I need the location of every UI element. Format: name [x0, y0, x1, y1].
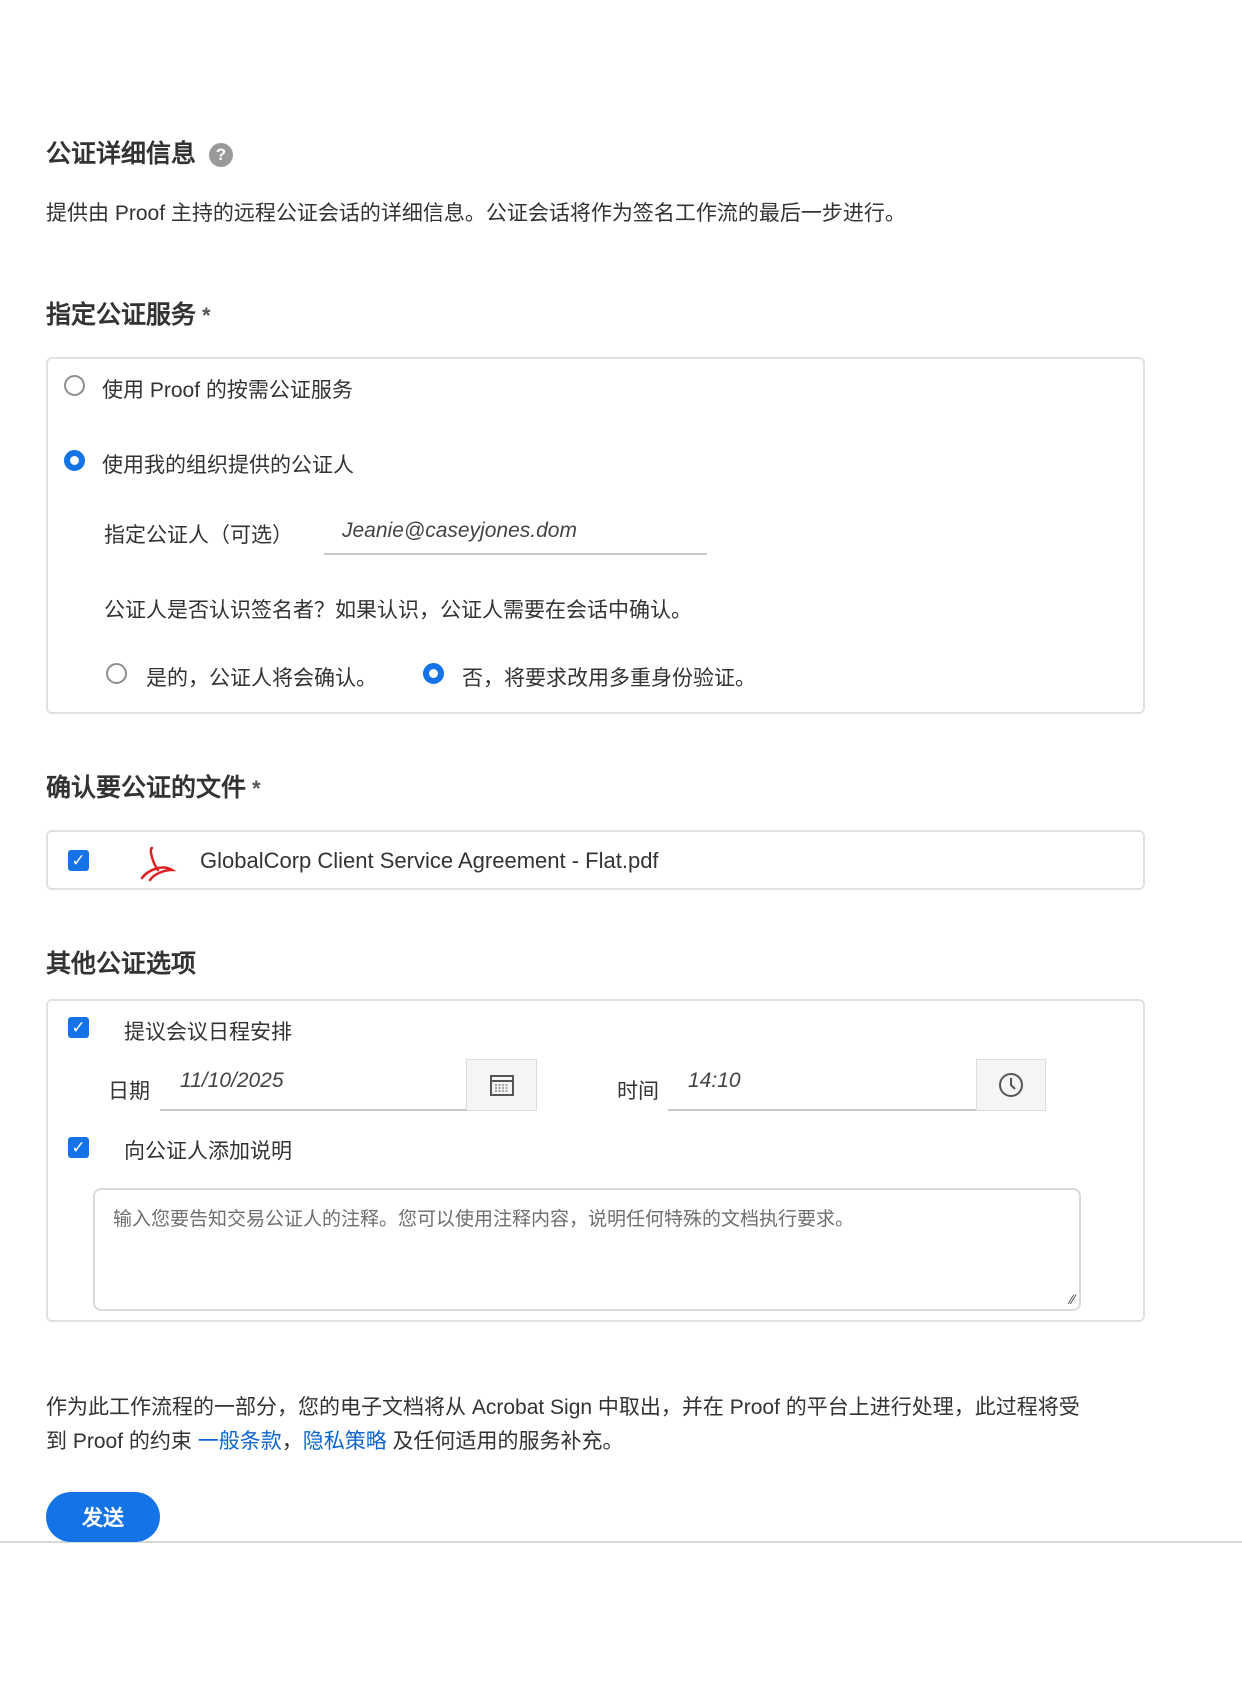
other-heading: 其他公证选项	[46, 950, 197, 978]
calendar-icon	[489, 1075, 514, 1096]
documents-heading: 确认要公证的文件 *	[46, 768, 261, 804]
time-label: 时间	[617, 1080, 659, 1103]
notary-label: 指定公证人（可选）	[104, 524, 293, 547]
radio-proof-on-demand[interactable]	[64, 375, 85, 396]
footer-text-line2: 到 Proof 的约束 一般条款，隐私策略 及任何适用的服务补充。	[46, 1425, 624, 1455]
radio-label: 使用我的组织提供的公证人	[102, 454, 354, 477]
page-title: 公证详细信息 ?	[46, 134, 233, 170]
date-label: 日期	[108, 1080, 150, 1103]
separator: ，	[281, 1430, 303, 1453]
radio-label: 是的，公证人将会确认。	[146, 667, 377, 690]
clock-button[interactable]	[976, 1059, 1046, 1111]
documents-heading-text: 确认要公证的文件	[46, 774, 247, 802]
file-row: ✓ GlobalCorp Client Service Agreement - …	[46, 830, 1145, 890]
radio-label: 使用 Proof 的按需公证服务	[102, 379, 353, 402]
required-marker: *	[252, 776, 261, 801]
note-label: 向公证人添加说明	[124, 1140, 292, 1163]
note-checkbox[interactable]: ✓	[68, 1137, 89, 1158]
file-checkbox[interactable]: ✓	[68, 850, 89, 871]
note-placeholder: 输入您要告知交易公证人的注释。您可以使用注释内容，说明任何特殊的文档执行要求。	[113, 1209, 855, 1230]
pdf-icon	[140, 846, 177, 882]
time-input[interactable]: 14:10	[668, 1059, 978, 1111]
footer-text: 及任何适用的服务补充。	[386, 1430, 624, 1453]
details-description: 提供由 Proof 主持的远程公证会话的详细信息。公证会话将作为签名工作流的最后…	[46, 202, 906, 225]
privacy-link[interactable]: 隐私策略	[303, 1430, 387, 1453]
radio-org-notary[interactable]	[64, 450, 85, 471]
service-heading: 指定公证服务 *	[46, 295, 211, 331]
date-input[interactable]: 11/10/2025	[160, 1059, 468, 1111]
send-button[interactable]: 发送	[46, 1492, 160, 1542]
required-marker: *	[202, 303, 211, 328]
divider	[0, 1541, 1242, 1543]
footer-text: 到 Proof 的约束	[46, 1430, 198, 1453]
file-name: GlobalCorp Client Service Agreement - Fl…	[200, 848, 659, 873]
notary-email-input[interactable]: Jeanie@caseyjones.dom	[324, 511, 707, 555]
help-icon[interactable]: ?	[208, 143, 233, 168]
note-textarea[interactable]: 输入您要告知交易公证人的注释。您可以使用注释内容，说明任何特殊的文档执行要求。 …	[93, 1188, 1081, 1311]
radio-yes[interactable]	[106, 663, 127, 684]
service-box: 使用 Proof 的按需公证服务 使用我的组织提供的公证人 指定公证人（可选） …	[46, 357, 1145, 714]
clock-icon	[999, 1073, 1023, 1097]
title-text: 公证详细信息	[46, 140, 197, 168]
schedule-label: 提议会议日程安排	[124, 1021, 292, 1044]
terms-link[interactable]: 一般条款	[198, 1430, 282, 1453]
footer-text-line1: 作为此工作流程的一部分，您的电子文档将从 Acrobat Sign 中取出，并在…	[46, 1396, 1080, 1419]
resize-handle-icon[interactable]: ⁄⁄	[1070, 1291, 1075, 1307]
question-text: 公证人是否认识签名者？如果认识，公证人需要在会话中确认。	[104, 599, 692, 622]
service-heading-text: 指定公证服务	[46, 301, 197, 329]
radio-no[interactable]	[423, 663, 444, 684]
other-options-box: ✓ 提议会议日程安排 日期 11/10/2025 时间 14:10 ✓ 向公证人…	[46, 999, 1145, 1322]
schedule-checkbox[interactable]: ✓	[68, 1017, 89, 1038]
radio-label: 否，将要求改用多重身份验证。	[462, 667, 756, 690]
calendar-button[interactable]	[466, 1059, 537, 1111]
